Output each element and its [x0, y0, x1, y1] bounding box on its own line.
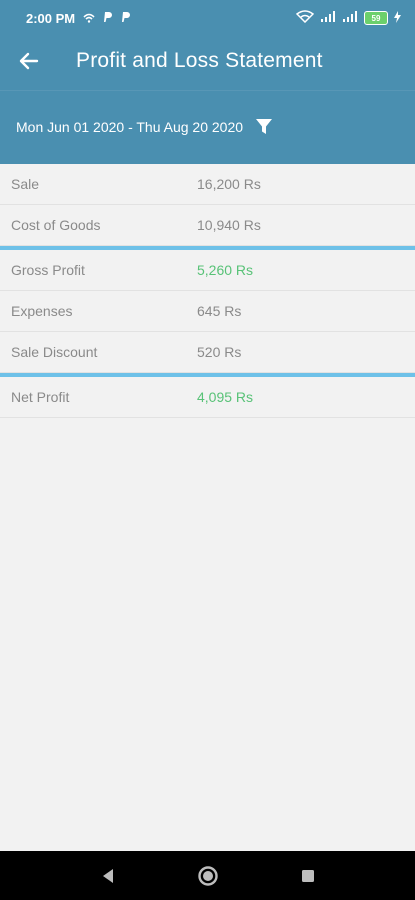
page-title: Profit and Loss Statement	[76, 49, 323, 72]
square-recents-icon	[301, 869, 314, 882]
row-value: 16,200 Rs	[197, 176, 261, 192]
filter-button[interactable]	[253, 116, 275, 138]
row-cost-of-goods: Cost of Goods 10,940 Rs	[0, 205, 415, 246]
filter-icon	[256, 119, 273, 134]
row-expenses: Expenses 645 Rs	[0, 291, 415, 332]
wifi-calling-icon	[83, 11, 95, 26]
paytm-p-icon	[103, 11, 113, 26]
status-bar: 2:00 PM 59	[0, 0, 415, 36]
back-button[interactable]	[13, 45, 45, 77]
row-value: 645 Rs	[197, 303, 242, 319]
row-label: Cost of Goods	[11, 217, 101, 233]
row-label: Sale Discount	[11, 344, 98, 360]
row-value: 520 Rs	[197, 344, 242, 360]
system-nav-bar	[0, 851, 415, 900]
row-label: Sale	[11, 176, 40, 192]
battery-level: 59	[364, 11, 388, 25]
signal-icon	[342, 10, 358, 26]
statement-list: Sale 16,200 Rs Cost of Goods 10,940 Rs G…	[0, 164, 415, 418]
signal-icon	[320, 10, 336, 26]
nav-recents-button[interactable]	[293, 861, 323, 891]
status-time: 2:00 PM	[26, 10, 76, 26]
row-net-profit: Net Profit 4,095 Rs	[0, 377, 415, 418]
date-range-row[interactable]: Mon Jun 01 2020 - Thu Aug 20 2020	[0, 108, 415, 146]
paytm-p-icon	[121, 11, 131, 26]
battery-icon: 59	[364, 11, 388, 25]
nav-back-button[interactable]	[93, 861, 123, 891]
wifi-icon	[295, 10, 315, 26]
charging-icon	[394, 10, 401, 26]
circle-home-icon	[197, 865, 218, 886]
toolbar: Profit and Loss Statement	[0, 36, 415, 86]
row-value: 4,095 Rs	[197, 389, 254, 405]
date-range-label: Mon Jun 01 2020 - Thu Aug 20 2020	[16, 119, 244, 135]
nav-home-button[interactable]	[193, 861, 223, 891]
row-sale-discount: Sale Discount 520 Rs	[0, 332, 415, 373]
row-label: Expenses	[11, 303, 73, 319]
header-divider	[0, 90, 415, 91]
row-label: Gross Profit	[11, 262, 85, 278]
row-value: 5,260 Rs	[197, 262, 254, 278]
row-value: 10,940 Rs	[197, 217, 261, 233]
row-gross-profit: Gross Profit 5,260 Rs	[0, 250, 415, 291]
row-label: Net Profit	[11, 389, 70, 405]
row-sale: Sale 16,200 Rs	[0, 164, 415, 205]
triangle-back-icon	[102, 868, 113, 883]
app-bar: 2:00 PM 59 Profit and Loss Statement Mon…	[0, 0, 415, 164]
arrow-left-icon	[19, 52, 39, 70]
